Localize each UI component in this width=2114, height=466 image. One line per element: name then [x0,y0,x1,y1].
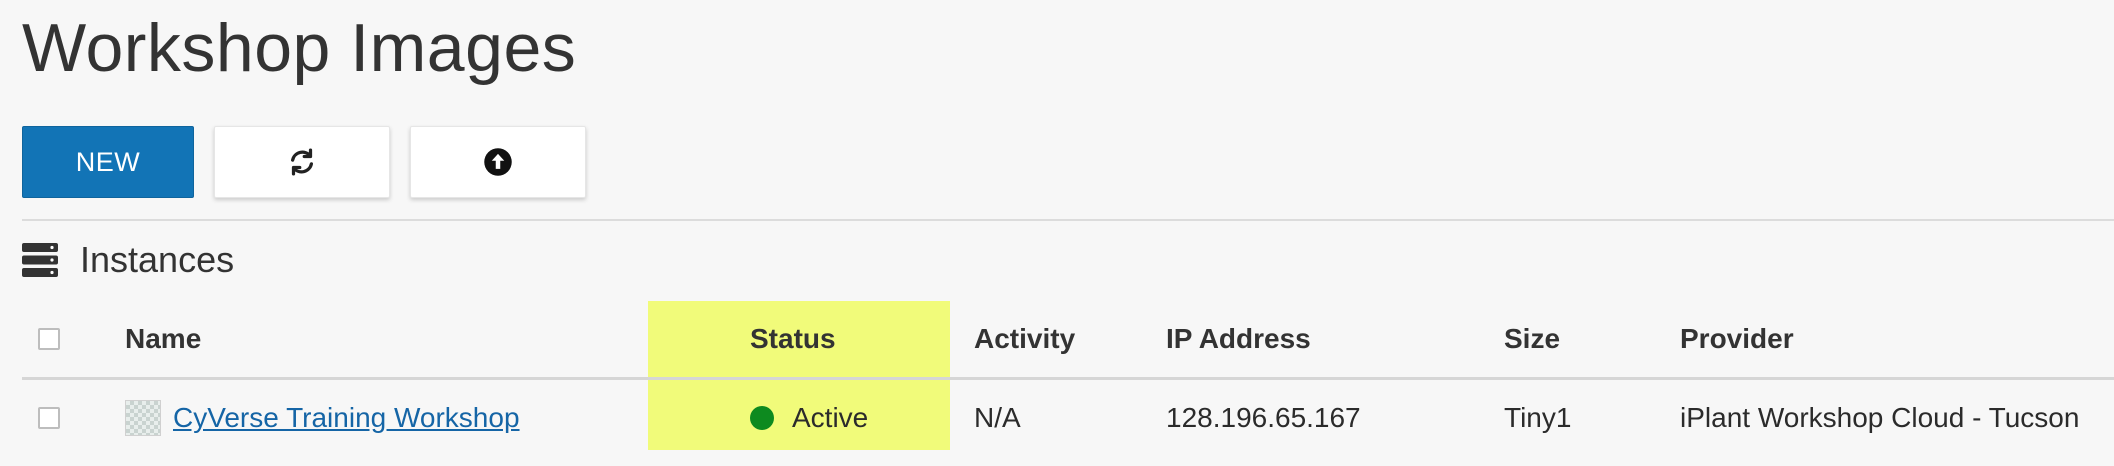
upload-button[interactable] [410,126,586,198]
status-active-icon [750,406,774,430]
instance-provider-cell: iPlant Workshop Cloud - Tucson [1680,402,2080,433]
instance-status-cell: Active [750,380,868,456]
instance-image-thumbnail [125,400,161,436]
instance-activity-cell: N/A [974,402,1021,433]
column-header-provider[interactable]: Provider [1680,301,1794,377]
instances-section-header: Instances [22,236,234,284]
table-row: CyVerse Training Workshop Active N/A 128… [22,380,2114,456]
row-select-cell [38,380,60,456]
instance-ip-cell: 128.196.65.167 [1166,402,1361,433]
refresh-button[interactable] [214,126,390,198]
instance-name-link[interactable]: CyVerse Training Workshop [173,402,520,434]
instance-size-cell: Tiny1 [1504,402,1572,433]
toolbar: NEW [22,126,586,198]
column-header-ip-address[interactable]: IP Address [1166,301,1311,377]
column-header-activity[interactable]: Activity [974,301,1075,377]
row-checkbox[interactable] [38,407,60,429]
column-header-size[interactable]: Size [1504,301,1560,377]
upload-arrow-icon [484,148,512,176]
instances-table: Name Status Activity IP Address Size Pro… [22,301,2114,456]
select-all-cell [38,301,60,377]
refresh-icon [291,148,313,176]
column-header-name[interactable]: Name [125,301,201,377]
page-title: Workshop Images [22,10,577,86]
new-button[interactable]: NEW [22,126,194,198]
instance-status-text: Active [792,402,869,433]
section-divider [22,219,2114,221]
instance-name-cell: CyVerse Training Workshop [125,380,520,456]
server-stack-icon [22,243,58,277]
table-header-row: Name Status Activity IP Address Size Pro… [22,301,2114,380]
section-title: Instances [80,239,235,280]
column-header-status[interactable]: Status [750,301,836,377]
select-all-checkbox[interactable] [38,328,60,350]
